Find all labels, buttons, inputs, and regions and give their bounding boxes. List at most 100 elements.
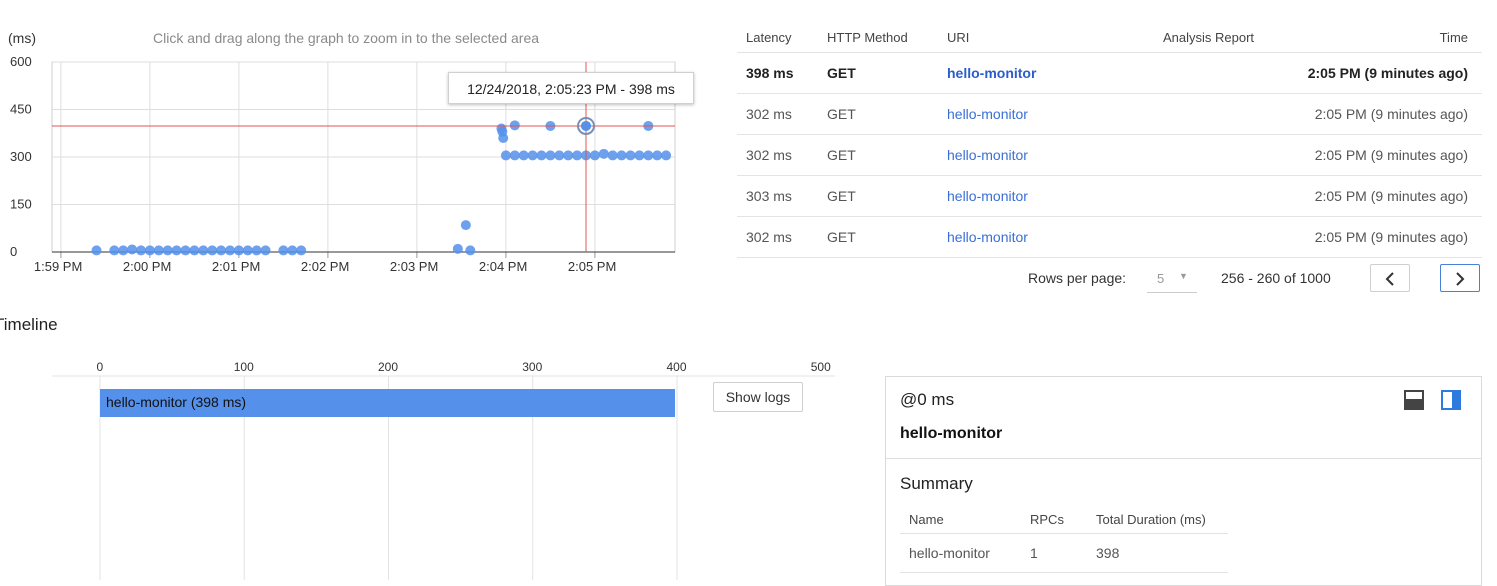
- rows-per-page-select[interactable]: 5 ▼: [1147, 264, 1197, 293]
- data-point: [625, 150, 636, 161]
- x-tick-label: 2:02 PM: [301, 259, 349, 274]
- rows-per-page-value: 5: [1157, 271, 1165, 286]
- layout-horizontal-icon[interactable]: [1404, 390, 1424, 410]
- timeline-title: Timeline: [0, 315, 58, 334]
- row-latency: 303 ms: [746, 188, 792, 204]
- layout-vertical-icon[interactable]: [1441, 390, 1461, 410]
- timeline-tick-label: 100: [234, 360, 254, 374]
- data-point: [616, 150, 627, 161]
- data-point: [563, 150, 574, 161]
- data-point: [225, 245, 235, 256]
- data-point: [260, 245, 271, 256]
- summary-row-name: hello-monitor: [909, 545, 990, 561]
- timeline-tick-label: 300: [522, 360, 542, 374]
- summary-header-rpcs: RPCs: [1030, 512, 1064, 527]
- span-name: hello-monitor: [900, 425, 1003, 442]
- data-point: [661, 150, 672, 161]
- data-point: [207, 245, 218, 256]
- pagination: Rows per page: 5 ▼ 256 - 260 of 1000: [737, 262, 1482, 298]
- summary-row-duration: 398: [1096, 545, 1120, 561]
- next-page-button[interactable]: [1440, 264, 1480, 292]
- data-point: [634, 150, 645, 161]
- data-point: [452, 243, 463, 254]
- y-tick-label: 600: [10, 54, 32, 69]
- data-point: [598, 148, 609, 159]
- table-row[interactable]: 302 ms GET hello-monitor 2:05 PM (9 minu…: [737, 94, 1482, 135]
- data-point: [536, 150, 547, 161]
- y-tick-label: 450: [10, 102, 32, 117]
- row-uri-link[interactable]: hello-monitor: [947, 188, 1028, 204]
- data-point: [498, 133, 509, 143]
- row-method: GET: [827, 106, 856, 122]
- data-point: [287, 245, 298, 256]
- selected-point: [581, 120, 591, 131]
- row-time: 2:05 PM (9 minutes ago): [1307, 65, 1468, 81]
- previous-page-button[interactable]: [1370, 264, 1410, 292]
- data-point: [545, 150, 556, 161]
- rows-per-page-label: Rows per page:: [1028, 270, 1127, 286]
- header-time[interactable]: Time: [1440, 30, 1468, 45]
- timeline-tick-label: 0: [97, 360, 104, 374]
- table-row[interactable]: 398 ms GET hello-monitor 2:05 PM (9 minu…: [737, 53, 1482, 94]
- summary-table: Name RPCs Total Duration (ms) hello-moni…: [900, 505, 1228, 573]
- traces-table: Latency HTTP Method URI Analysis Report …: [737, 22, 1482, 258]
- timeline-tick-label: 500: [811, 360, 831, 374]
- table-row[interactable]: 303 ms GET hello-monitor 2:05 PM (9 minu…: [737, 176, 1482, 217]
- summary-header: Name RPCs Total Duration (ms): [900, 505, 1228, 534]
- data-point: [136, 245, 146, 256]
- y-tick-label: 300: [10, 149, 32, 164]
- panel-divider: [886, 458, 1481, 459]
- latency-scatter-chart[interactable]: 0 150 300 450 600 1:59 PM 2:00 PM 2:01 PM 2:02 P…: [0, 0, 700, 290]
- header-http-method[interactable]: HTTP Method: [827, 30, 908, 45]
- summary-title: Summary: [900, 474, 973, 493]
- row-method: GET: [827, 65, 856, 81]
- x-tick-label: 2:04 PM: [479, 259, 527, 274]
- header-analysis-report[interactable]: Analysis Report: [1163, 30, 1254, 45]
- data-point: [144, 245, 155, 256]
- row-uri-link[interactable]: hello-monitor: [947, 106, 1028, 122]
- row-method: GET: [827, 188, 856, 204]
- data-point: [180, 245, 191, 256]
- data-point: [652, 150, 663, 161]
- data-point: [251, 245, 262, 256]
- x-tick-label: 2:03 PM: [390, 259, 438, 274]
- span-offset: @0 ms: [900, 390, 955, 409]
- data-point: [171, 245, 182, 256]
- data-point: [216, 245, 227, 256]
- page-range: 256 - 260 of 1000: [1221, 270, 1331, 286]
- row-time: 2:05 PM (9 minutes ago): [1314, 147, 1468, 163]
- header-uri[interactable]: URI: [947, 30, 969, 45]
- timeline-span-bar[interactable]: hello-monitor (398 ms): [100, 389, 675, 417]
- row-latency: 302 ms: [746, 229, 792, 245]
- chart-tooltip: 12/24/2018, 2:05:23 PM - 398 ms: [448, 72, 694, 104]
- row-time: 2:05 PM (9 minutes ago): [1314, 229, 1468, 245]
- data-point: [127, 244, 138, 255]
- row-uri-link[interactable]: hello-monitor: [947, 65, 1036, 81]
- data-point: [109, 245, 120, 256]
- data-point: [518, 150, 529, 161]
- chart-points: [91, 120, 672, 256]
- row-latency: 398 ms: [746, 65, 794, 81]
- row-method: GET: [827, 147, 856, 163]
- data-point: [296, 245, 307, 256]
- data-point: [572, 150, 583, 161]
- data-point: [500, 150, 511, 161]
- row-uri-link[interactable]: hello-monitor: [947, 147, 1028, 163]
- data-point: [607, 150, 618, 161]
- data-point: [189, 245, 200, 256]
- table-row[interactable]: 302 ms GET hello-monitor 2:05 PM (9 minu…: [737, 217, 1482, 258]
- data-point: [118, 245, 129, 256]
- x-tick-label: 1:59 PM: [34, 259, 82, 274]
- row-latency: 302 ms: [746, 106, 792, 122]
- row-uri-link[interactable]: hello-monitor: [947, 229, 1028, 245]
- table-row[interactable]: 302 ms GET hello-monitor 2:05 PM (9 minu…: [737, 135, 1482, 176]
- show-logs-button[interactable]: Show logs: [713, 382, 803, 412]
- data-point: [643, 150, 654, 161]
- data-point: [589, 150, 600, 161]
- row-time: 2:05 PM (9 minutes ago): [1314, 106, 1468, 122]
- row-latency: 302 ms: [746, 147, 792, 163]
- header-latency[interactable]: Latency: [746, 30, 792, 45]
- chevron-right-icon: [1456, 272, 1465, 286]
- data-point: [162, 245, 173, 256]
- summary-row: hello-monitor 1 398: [900, 534, 1228, 573]
